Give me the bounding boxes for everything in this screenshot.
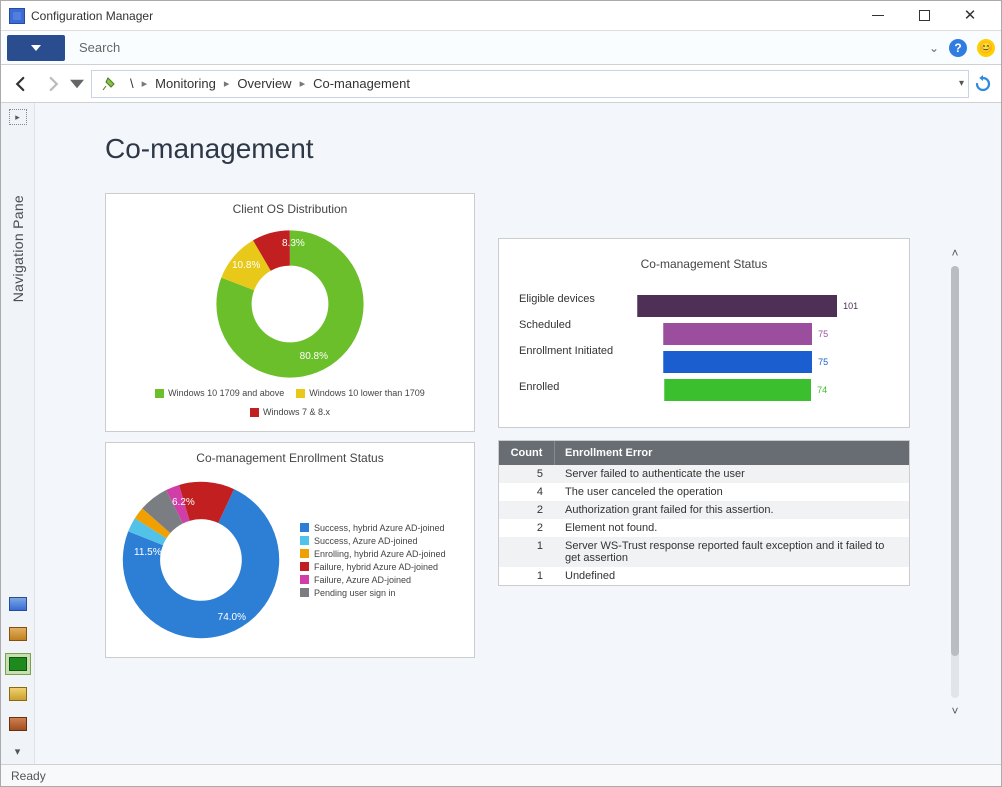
page-title: Co-management: [105, 133, 971, 165]
refresh-button[interactable]: [969, 70, 997, 98]
table-row[interactable]: 5Server failed to authenticate the user: [499, 465, 909, 483]
workspace-library-icon[interactable]: [5, 623, 31, 645]
expand-nav-button[interactable]: ▸: [9, 109, 27, 125]
funnel-label: Enrolled: [519, 381, 613, 407]
history-dropdown-button[interactable]: [69, 68, 85, 100]
help-icon[interactable]: ?: [949, 39, 967, 57]
funnel-label: Eligible devices: [519, 293, 613, 319]
app-icon: [9, 8, 25, 24]
back-button[interactable]: [5, 68, 37, 100]
close-button[interactable]: ✕: [947, 1, 993, 31]
cell-count: 2: [499, 501, 555, 519]
window-title: Configuration Manager: [31, 9, 855, 23]
forward-button[interactable]: [37, 68, 69, 100]
funnel-bar: 101: [637, 293, 858, 319]
cell-count: 1: [499, 567, 555, 585]
app-menu-button[interactable]: [7, 35, 65, 61]
maximize-button[interactable]: [901, 1, 947, 31]
pin-icon: [102, 76, 118, 92]
legend-item: Success, hybrid Azure AD-joined: [314, 523, 445, 533]
slice-label: 10.8%: [232, 260, 260, 271]
scroll-up-icon[interactable]: ˄: [948, 244, 962, 262]
card-enrollment-errors: Count Enrollment Error 5Server failed to…: [498, 440, 910, 586]
card-comanagement-status: Co-management Status Eligible devices Sc…: [498, 238, 910, 428]
cell-count: 2: [499, 519, 555, 537]
workspace-more-icon[interactable]: ▾: [15, 745, 21, 758]
breadcrumb-root[interactable]: \: [124, 76, 140, 91]
col-header-count: Count: [499, 441, 555, 465]
donut-chart-os: 80.8% 10.8% 8.3%: [210, 224, 370, 384]
cell-error: Element not found.: [555, 519, 909, 537]
slice-label: 6.2%: [172, 497, 195, 508]
table-row[interactable]: 4The user canceled the operation: [499, 483, 909, 501]
funnel-label: Scheduled: [519, 319, 613, 345]
minimize-button[interactable]: [855, 1, 901, 31]
breadcrumb-sep-icon: ▸: [298, 77, 308, 90]
cell-error: The user canceled the operation: [555, 483, 909, 501]
funnel-bar: 74: [637, 377, 858, 403]
address-bar[interactable]: \ ▸ Monitoring ▸ Overview ▸ Co-managemen…: [91, 70, 969, 98]
dashboard-scrollbar[interactable]: ˄ ˅: [946, 240, 964, 720]
card-client-os-distribution: Client OS Distribution 80.8% 10.8% 8.3%: [105, 193, 475, 432]
col-header-error: Enrollment Error: [555, 441, 909, 465]
menu-bar: Search ⌄ ? 😊: [1, 31, 1001, 65]
cell-count: 1: [499, 537, 555, 567]
legend-item: Windows 7 & 8.x: [263, 407, 330, 417]
cell-error: Server failed to authenticate the user: [555, 465, 909, 483]
card-title: Client OS Distribution: [106, 194, 474, 220]
slice-label: 74.0%: [218, 612, 246, 623]
status-text: Ready: [11, 769, 46, 783]
cell-count: 4: [499, 483, 555, 501]
breadcrumb-overview[interactable]: Overview: [231, 76, 297, 91]
nav-pane-label[interactable]: Navigation Pane: [10, 195, 26, 302]
workspace-assets-icon[interactable]: [5, 593, 31, 615]
search-input[interactable]: Search: [75, 38, 919, 57]
search-dropdown-icon[interactable]: ⌄: [929, 41, 939, 55]
legend: Success, hybrid Azure AD-joined Success,…: [300, 523, 446, 598]
cell-error: Authorization grant failed for this asse…: [555, 501, 909, 519]
table-header: Count Enrollment Error: [499, 441, 909, 465]
scroll-down-icon[interactable]: ˅: [948, 702, 962, 720]
breadcrumb-sep-icon: ▸: [222, 77, 232, 90]
donut-chart-enroll: 74.0% 11.5% 6.2%: [116, 475, 286, 645]
address-dropdown-icon[interactable]: ▾: [959, 78, 964, 89]
legend-item: Windows 10 1709 and above: [168, 388, 284, 398]
legend-item: Failure, hybrid Azure AD-joined: [314, 562, 438, 572]
breadcrumb-monitoring[interactable]: Monitoring: [149, 76, 222, 91]
funnel-chart: Eligible devices Scheduled Enrollment In…: [519, 293, 889, 407]
table-row[interactable]: 1Undefined: [499, 567, 909, 585]
funnel-label: Enrollment Initiated: [519, 345, 613, 381]
table-row[interactable]: 2Authorization grant failed for this ass…: [499, 501, 909, 519]
workspace-admin-icon[interactable]: [5, 683, 31, 705]
breadcrumb-comanagement[interactable]: Co-management: [307, 76, 416, 91]
slice-label: 80.8%: [300, 351, 328, 362]
slice-label: 11.5%: [134, 547, 162, 558]
legend: Windows 10 1709 and above Windows 10 low…: [112, 384, 468, 421]
nav-toolbar: \ ▸ Monitoring ▸ Overview ▸ Co-managemen…: [1, 65, 1001, 103]
feedback-icon[interactable]: 😊: [977, 39, 995, 57]
workspace-monitoring-icon[interactable]: [5, 653, 31, 675]
legend-item: Failure, Azure AD-joined: [314, 575, 411, 585]
workspace-community-icon[interactable]: [5, 713, 31, 735]
legend-item: Pending user sign in: [314, 588, 396, 598]
legend-item: Windows 10 lower than 1709: [309, 388, 425, 398]
cell-error: Undefined: [555, 567, 909, 585]
card-title: Co-management Status: [519, 249, 889, 275]
navigation-pane-collapsed: ▸ Navigation Pane ▾: [1, 103, 35, 764]
legend-item: Enrolling, hybrid Azure AD-joined: [314, 549, 446, 559]
table-row[interactable]: 1Server WS-Trust response reported fault…: [499, 537, 909, 567]
status-bar: Ready: [1, 764, 1001, 786]
card-title: Co-management Enrollment Status: [106, 443, 474, 469]
legend-item: Success, Azure AD-joined: [314, 536, 418, 546]
funnel-bar: 75: [637, 321, 858, 347]
table-row[interactable]: 2Element not found.: [499, 519, 909, 537]
slice-label: 8.3%: [282, 238, 305, 249]
breadcrumb-sep-icon: ▸: [140, 77, 150, 90]
cell-count: 5: [499, 465, 555, 483]
card-enrollment-status: Co-management Enrollment Status 74.0% 11: [105, 442, 475, 658]
cell-error: Server WS-Trust response reported fault …: [555, 537, 909, 567]
funnel-bar: 75: [637, 349, 858, 375]
title-bar: Configuration Manager ✕: [1, 1, 1001, 31]
